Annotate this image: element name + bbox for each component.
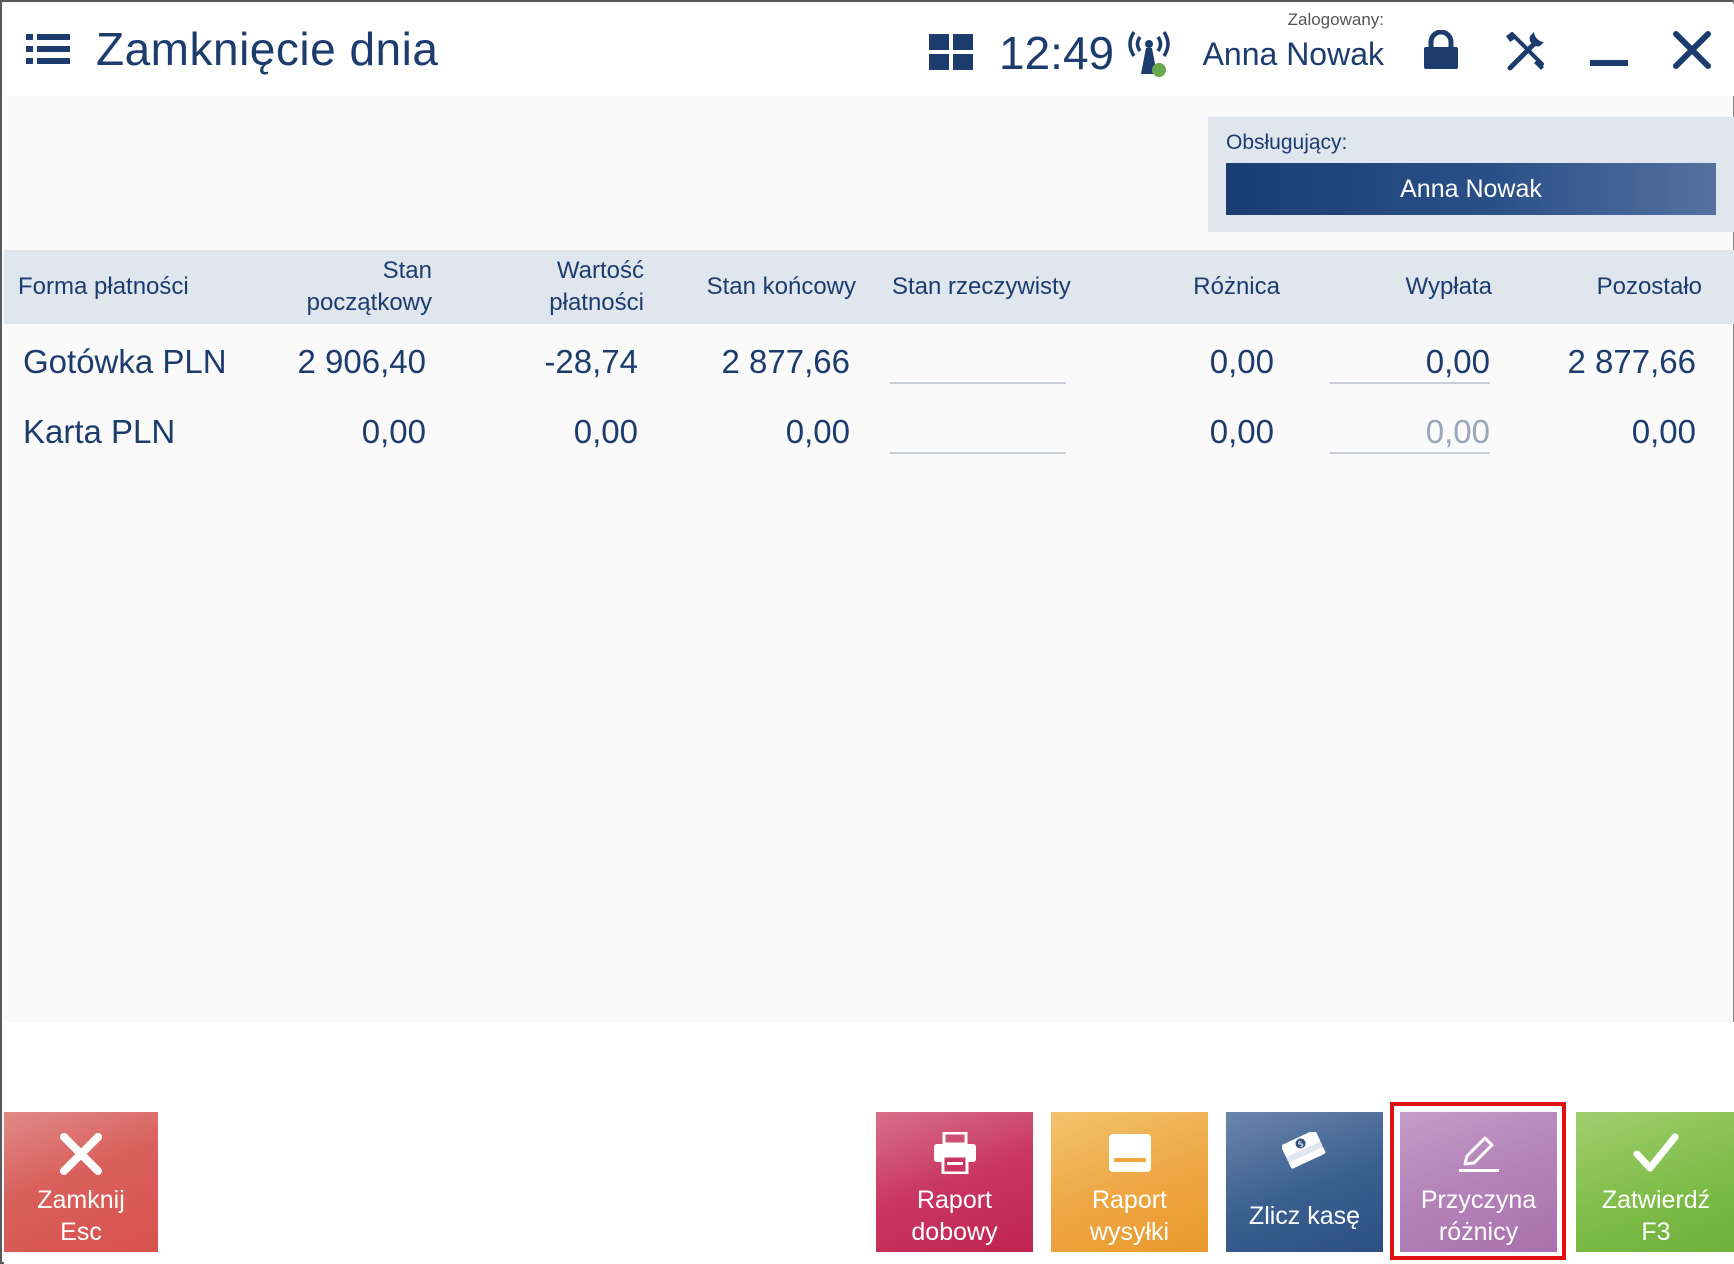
app-window: Zamknięcie dnia 12:49 Zalogowany: Anna N… (0, 0, 1734, 1264)
card-icon (1108, 1134, 1151, 1172)
clock: 12:49 (999, 27, 1115, 79)
start-balance: 0,00 (361, 413, 426, 450)
table-header: Forma płatności Stan początkowy Wartość pł… (4, 250, 1734, 324)
payout-input[interactable]: 0,00 (1330, 342, 1490, 382)
payments-value: 0,00 (573, 413, 638, 450)
minimize-icon[interactable] (1590, 58, 1628, 68)
column-header-payment-form: Forma płatności (18, 273, 189, 300)
column-header-difference: Różnica (1193, 273, 1280, 300)
column-header-payout: Wypłata (1405, 273, 1492, 300)
tools-icon[interactable] (1504, 30, 1546, 72)
end-balance: 0,00 (785, 413, 850, 450)
title-bar: Zamknięcie dnia 12:49 Zalogowany: Anna N… (4, 4, 1734, 96)
column-header-end: Stan końcowy (706, 273, 856, 300)
remaining-value: 0,00 (1631, 413, 1696, 450)
signal-icon (1128, 31, 1170, 77)
payout-underline (1330, 452, 1490, 454)
column-header-remaining: Pozostało (1596, 273, 1702, 300)
close-button-label: Zamknij (37, 1186, 125, 1214)
start-balance: 2 906,40 (297, 343, 426, 380)
close-icon[interactable] (1672, 30, 1712, 70)
close-button[interactable]: Zamknij Esc (4, 1112, 158, 1252)
shipping-report-label-line1: Raport (1091, 1186, 1168, 1214)
payments-value: -28,74 (544, 343, 638, 380)
cashier-panel: Obsługujący: Anna Nowak (1208, 117, 1734, 232)
difference-value: 0,00 (1209, 413, 1274, 450)
count-cash-label: Zlicz kasę (1248, 1202, 1361, 1230)
column-header-payments: Wartość płatności (549, 257, 644, 316)
menu-icon[interactable] (26, 32, 70, 66)
cashier-label: Obsługujący: (1226, 131, 1348, 154)
shipping-report-button[interactable]: Raport wysyłki (1051, 1112, 1208, 1252)
table-row[interactable]: Gotówka PLN 2 906,40 -28,74 2 877,66 0,0… (4, 328, 1734, 398)
confirm-shortcut: F3 (1641, 1218, 1671, 1246)
lock-icon[interactable] (1422, 30, 1460, 70)
highlight-frame (1390, 1102, 1566, 1260)
daily-report-label-line2: dobowy (911, 1218, 998, 1246)
printer-icon (933, 1132, 976, 1174)
remaining-value: 2 877,66 (1567, 343, 1696, 380)
payment-form-name: Gotówka PLN (23, 343, 227, 380)
confirm-button[interactable]: Zatwierdź F3 (1576, 1112, 1734, 1252)
daily-report-label-line1: Raport (916, 1186, 993, 1214)
column-header-actual: Stan rzeczywisty (892, 273, 1071, 300)
table-row[interactable]: Karta PLN 0,00 0,00 0,00 0,00 0,00 0,00 (4, 398, 1734, 468)
x-icon (60, 1133, 102, 1175)
grid-icon[interactable] (929, 34, 973, 70)
close-button-shortcut: Esc (60, 1218, 102, 1246)
actual-balance-underline (890, 382, 1066, 384)
difference-value: 0,00 (1209, 343, 1274, 380)
actual-balance-underline (890, 452, 1066, 454)
logged-in-label: Zalogowany: (1287, 10, 1384, 29)
column-header-start: Stan początkowy (306, 257, 432, 316)
payment-form-name: Karta PLN (23, 413, 176, 450)
checkmark-icon (1633, 1133, 1679, 1172)
payout-input: 0,00 (1425, 413, 1490, 450)
count-cash-button[interactable]: $ Zlicz kasę (1226, 1112, 1383, 1252)
cashier-selector[interactable]: Anna Nowak (1226, 163, 1716, 215)
shipping-report-label-line2: wysyłki (1089, 1218, 1170, 1246)
end-balance: 2 877,66 (721, 343, 850, 380)
logged-in-user: Anna Nowak (1202, 36, 1384, 72)
daily-report-button[interactable]: Raport dobowy (876, 1112, 1033, 1252)
payout-underline (1330, 382, 1490, 384)
cash-stack-icon: $ (1281, 1132, 1325, 1169)
confirm-label: Zatwierdź (1601, 1186, 1711, 1214)
page-title: Zamknięcie dnia (96, 23, 439, 75)
